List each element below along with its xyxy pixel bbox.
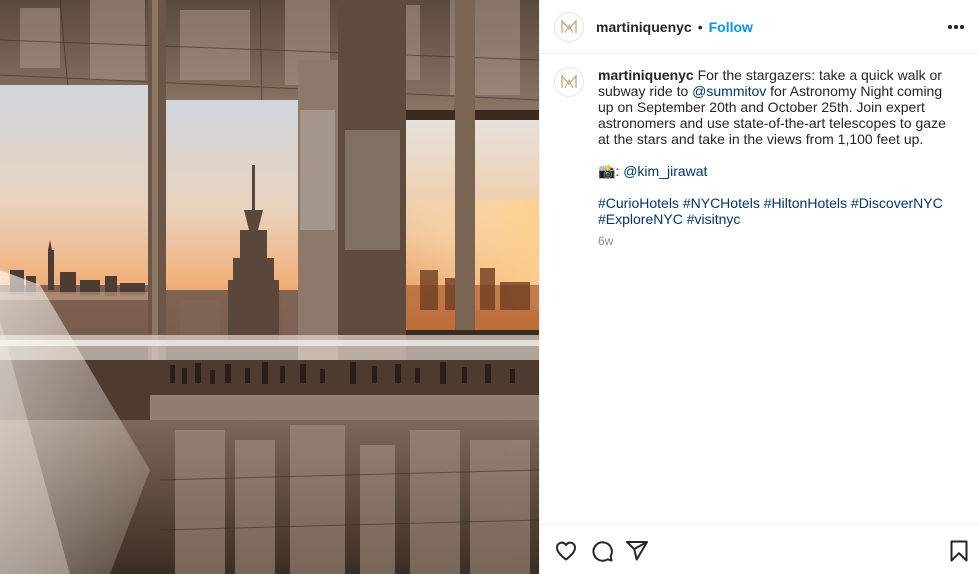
martinique-monogram-logo <box>561 18 577 33</box>
hashtag-link[interactable]: #NYCHotels <box>683 195 760 211</box>
post-header: martiniquenyc • Follow <box>540 0 979 54</box>
photo-credit: 📸: @kim_jirawat <box>598 163 958 179</box>
hashtag-link[interactable]: #DiscoverNYC <box>851 195 943 211</box>
post-details-pane: martiniquenyc • Follow martiniquenyc For… <box>539 0 979 574</box>
bookmark-icon[interactable] <box>947 539 971 563</box>
hashtag-link[interactable]: #visitnyc <box>687 211 741 227</box>
caption-username[interactable]: martiniquenyc <box>598 67 694 83</box>
post-photo[interactable] <box>0 0 539 574</box>
caption-block: martiniquenyc For the stargazers: take a… <box>554 67 964 249</box>
camera-emoji-icon: 📸 <box>598 163 616 179</box>
hashtags: #CurioHotels #NYCHotels #HiltonHotels #D… <box>598 195 958 227</box>
header-username[interactable]: martiniquenyc <box>596 19 692 35</box>
caption-avatar[interactable] <box>554 67 584 97</box>
caption-text: martiniquenyc For the stargazers: take a… <box>598 67 958 249</box>
share-icon[interactable] <box>625 539 649 563</box>
follow-button[interactable]: Follow <box>709 19 753 35</box>
mirrored-observation-deck-photo <box>0 0 539 574</box>
heart-icon[interactable] <box>554 539 578 563</box>
caption-paragraph: martiniquenyc For the stargazers: take a… <box>598 67 958 147</box>
instagram-post: martiniquenyc • Follow martiniquenyc For… <box>0 0 979 574</box>
comment-icon[interactable] <box>590 539 614 563</box>
martinique-monogram-logo <box>561 74 577 89</box>
hashtag-link[interactable]: #CurioHotels <box>598 195 679 211</box>
avatar[interactable] <box>554 11 584 42</box>
mention-link[interactable]: @summitov <box>692 83 766 99</box>
hashtag-link[interactable]: #ExploreNYC <box>598 211 683 227</box>
post-timestamp[interactable]: 6w <box>598 233 958 249</box>
action-bar <box>540 524 979 574</box>
more-options-icon[interactable] <box>944 16 968 38</box>
header-separator: • <box>697 18 703 35</box>
credit-handle-link[interactable]: @kim_jirawat <box>623 163 707 179</box>
hashtag-link[interactable]: #HiltonHotels <box>764 195 847 211</box>
